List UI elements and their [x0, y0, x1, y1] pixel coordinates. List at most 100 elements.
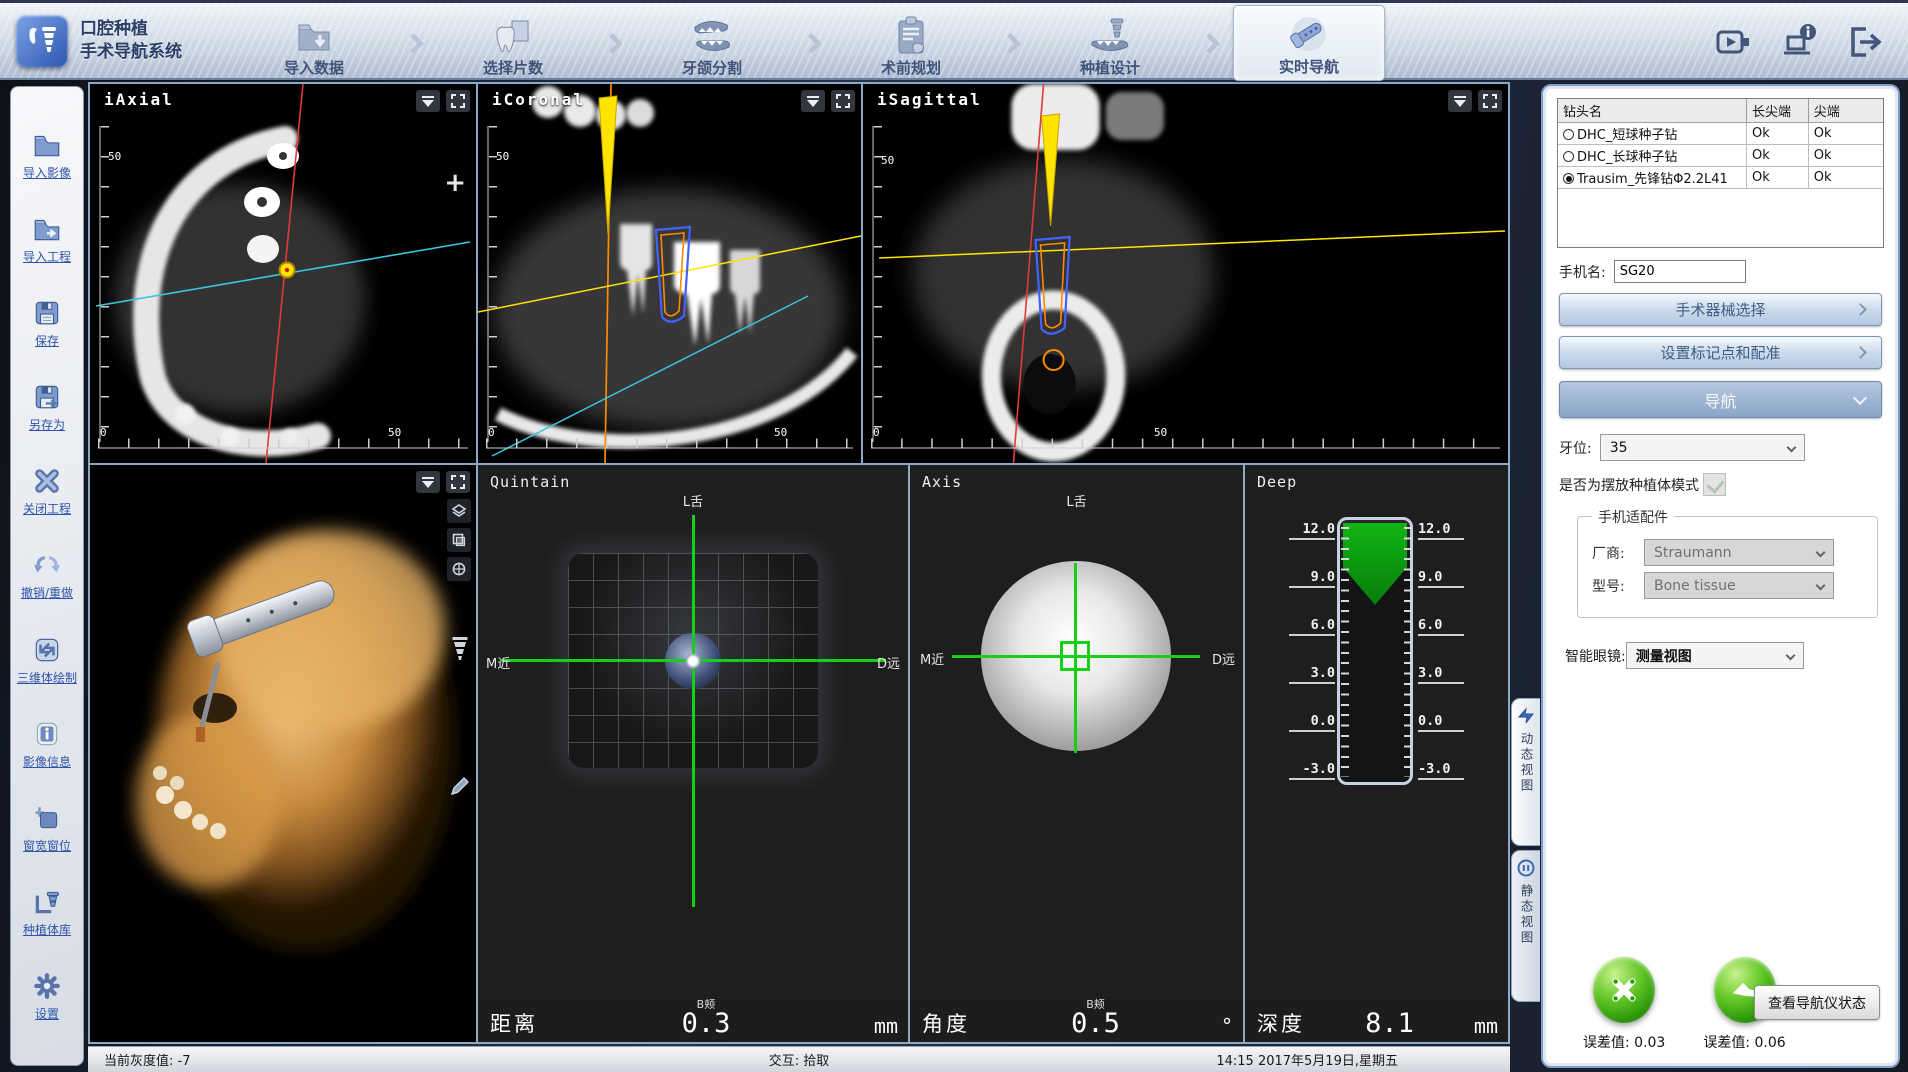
- sidebar-item-settings[interactable]: 设置: [32, 971, 62, 1022]
- model-select[interactable]: Bone tissue: [1644, 572, 1834, 599]
- step-separator-icon: [801, 32, 822, 53]
- col-long-tip[interactable]: 长尖端: [1747, 99, 1809, 123]
- group-title: 手机适配件: [1592, 507, 1674, 527]
- viewport-coronal[interactable]: 0 50 50 iCoronal: [478, 84, 861, 463]
- step-separator-icon: [1000, 32, 1021, 53]
- tab-static-view[interactable]: 静态视图: [1511, 850, 1540, 1002]
- video-record-icon[interactable]: [1714, 23, 1752, 61]
- implant-library-icon: [32, 887, 62, 917]
- tool-calibration-button[interactable]: [1593, 957, 1655, 1023]
- jaw-segmentation-icon: [689, 11, 735, 57]
- coronal-fullscreen-icon[interactable]: [831, 90, 855, 112]
- edit-pencil-icon[interactable]: [449, 775, 471, 801]
- navigation-control-panel: 钻头名 长尖端 尖端 DHC_短球种子钻 Ok Ok DHC_长球种子钻: [1541, 84, 1900, 1068]
- layers-icon[interactable]: [447, 499, 471, 523]
- app-title: 口腔种植 手术导航系统: [80, 18, 182, 62]
- sidebar-item-image-info[interactable]: 影像信息: [23, 719, 71, 770]
- lingual-label: L舌: [1066, 491, 1086, 510]
- step-separator-icon: [1199, 32, 1220, 53]
- sidebar-item-import-image[interactable]: 导入影像: [23, 130, 71, 181]
- panel-title: Deep: [1257, 473, 1297, 491]
- top-bar: 口腔种植 手术导航系统 导入数据 选择片数 牙: [0, 0, 1908, 80]
- svg-text:0: 0: [873, 426, 880, 439]
- panel-deep[interactable]: Deep 12.0 9.0 6.0 3.0 0.0 -3.0 12.0 9: [1245, 465, 1508, 1042]
- distal-label: D远: [877, 653, 900, 672]
- handpiece-name-label: 手机名:: [1559, 262, 1606, 282]
- svg-text:0: 0: [488, 426, 495, 439]
- step-preop-planning[interactable]: 术前规划: [835, 5, 987, 81]
- svg-text:50: 50: [388, 426, 401, 439]
- sidebar-item-volume-render[interactable]: 三维体绘制: [17, 635, 77, 686]
- tab-dynamic-view[interactable]: 动态视图: [1511, 698, 1540, 846]
- step-implant-design[interactable]: 种植设计: [1034, 5, 1186, 81]
- implant-logo-icon: [23, 22, 61, 60]
- step-realtime-navigation[interactable]: 实时导航: [1233, 5, 1385, 81]
- instrument-select-button[interactable]: 手术器械选择: [1559, 293, 1882, 326]
- step-import-data[interactable]: 导入数据: [238, 5, 390, 81]
- viewport-3d-volume[interactable]: [90, 465, 476, 1042]
- mesial-label: M近: [486, 653, 510, 672]
- radio-icon[interactable]: [1563, 151, 1574, 162]
- visibility-icon[interactable]: [447, 557, 471, 581]
- col-tip[interactable]: 尖端: [1808, 99, 1883, 123]
- radio-icon[interactable]: [1563, 173, 1574, 184]
- tooth-position-select[interactable]: 35: [1600, 434, 1805, 461]
- handpiece-name-input[interactable]: [1614, 260, 1746, 283]
- chevron-down-icon: [1853, 391, 1867, 405]
- viewport-axial[interactable]: 0 50 50 iAxial +: [90, 84, 476, 463]
- volume-fullscreen-icon[interactable]: [446, 471, 470, 493]
- error-value-left: 误差值: 0.03: [1583, 1032, 1665, 1052]
- panel-quintain[interactable]: Quintain L舌 M近 D远 距离 B颊0.3 mm: [478, 465, 908, 1042]
- navigator-status-button[interactable]: 查看导航仪状态: [1754, 985, 1880, 1020]
- axial-fullscreen-icon[interactable]: [446, 90, 470, 112]
- exit-icon[interactable]: [1846, 23, 1884, 61]
- image-info-icon: [32, 719, 62, 749]
- lingual-label: L舌: [683, 491, 703, 510]
- step-select-slices[interactable]: 选择片数: [437, 5, 589, 81]
- radio-icon[interactable]: [1563, 129, 1574, 140]
- sidebar-item-close-project[interactable]: 关闭工程: [23, 466, 71, 517]
- viewport-sagittal[interactable]: 0 50 50 iSagittal: [863, 84, 1508, 463]
- sidebar-item-save-as[interactable]: 另存为: [29, 382, 65, 433]
- sidebar-item-save[interactable]: 保存: [32, 298, 62, 349]
- viewport-title: iCoronal: [492, 90, 585, 109]
- axial-crosshair-tool-icon[interactable]: +: [444, 168, 466, 198]
- sidebar-item-implant-library[interactable]: 种植体库: [23, 887, 71, 938]
- vendor-select[interactable]: Straumann: [1644, 539, 1834, 566]
- import-image-icon: [32, 130, 62, 160]
- view-mode-tabs: 动态视图 静态视图: [1510, 80, 1540, 1072]
- step-jaw-segmentation[interactable]: 牙颌分割: [636, 5, 788, 81]
- distance-readout: 距离 B颊0.3 mm: [478, 996, 908, 1042]
- viewport-area: 0 50 50 iAxial +: [88, 80, 1510, 1072]
- workflow-steps: 导入数据 选择片数 牙颌分割 术前规划: [238, 3, 1385, 83]
- error-value-right: 误差值: 0.06: [1703, 1032, 1785, 1052]
- settings-icon: [32, 971, 62, 1001]
- drill-row[interactable]: DHC_短球种子钻 Ok Ok: [1558, 123, 1883, 145]
- volume-layout-dropdown-icon[interactable]: [416, 471, 440, 493]
- coronal-ct-image: 0 50 50: [478, 84, 861, 463]
- drill-row[interactable]: Trausim_先锋钻Φ2.2L41 Ok Ok: [1558, 167, 1883, 189]
- sagittal-ct-image: 0 50 50: [863, 84, 1508, 463]
- marker-registration-button[interactable]: 设置标记点和配准: [1559, 336, 1882, 369]
- sidebar-item-window-level[interactable]: 窗宽窗位: [23, 803, 71, 854]
- quintain-crosshair-vertical: [692, 515, 695, 907]
- drill-row[interactable]: DHC_长球种子钻 Ok Ok: [1558, 145, 1883, 167]
- svg-text:50: 50: [496, 150, 509, 163]
- navigation-section-button[interactable]: 导航: [1559, 381, 1882, 418]
- sagittal-layout-dropdown-icon[interactable]: [1448, 90, 1472, 112]
- distal-label: D远: [1212, 649, 1235, 668]
- volume-render-icon: [32, 635, 62, 665]
- implant-mode-checkbox[interactable]: [1703, 473, 1726, 496]
- sidebar-item-undo-redo[interactable]: 撤销/重做: [21, 550, 73, 601]
- clip-plane-icon[interactable]: [447, 528, 471, 552]
- panel-axis[interactable]: Axis L舌 M近 D远 角度 B颊0.5 °: [910, 465, 1243, 1042]
- app-logo: [16, 15, 68, 67]
- axial-layout-dropdown-icon[interactable]: [416, 90, 440, 112]
- sagittal-fullscreen-icon[interactable]: [1478, 90, 1502, 112]
- session-info-icon[interactable]: [1780, 23, 1818, 61]
- sidebar-item-import-project[interactable]: 导入工程: [23, 214, 71, 265]
- coronal-layout-dropdown-icon[interactable]: [801, 90, 825, 112]
- implant-toggle-icon[interactable]: [449, 635, 471, 665]
- smart-glasses-select[interactable]: 测量视图: [1626, 642, 1804, 669]
- col-drill-name[interactable]: 钻头名: [1558, 99, 1747, 123]
